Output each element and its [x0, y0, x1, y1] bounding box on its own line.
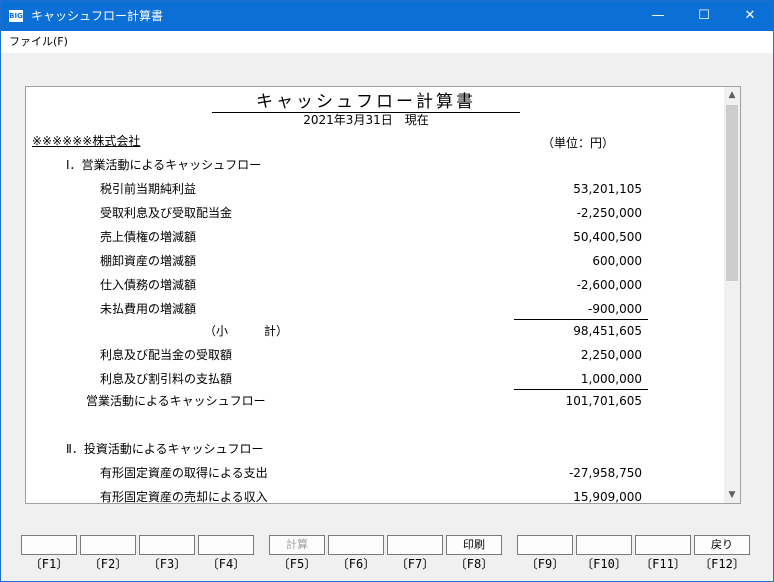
calculate-button[interactable]: 計算: [269, 535, 325, 555]
minimize-button[interactable]: —: [635, 1, 681, 31]
close-button[interactable]: ✕: [727, 1, 773, 31]
scroll-up-arrow-icon[interactable]: ▲: [724, 87, 740, 103]
row-value: -2,600,000: [576, 278, 642, 292]
app-window: BIG キャッシュフロー計算書 — ☐ ✕ ファイル(F) キャッシュフロー計算…: [0, 0, 774, 582]
f6-button[interactable]: [328, 535, 384, 555]
row-value: 1,000,000: [580, 372, 642, 386]
f12-label: 〔F12〕: [699, 557, 745, 571]
f7-button[interactable]: [387, 535, 443, 555]
row-value: -900,000: [588, 302, 642, 316]
row-value: 15,909,000: [573, 490, 642, 504]
total-line: [514, 389, 648, 390]
row-value: -2,250,000: [576, 206, 642, 220]
back-button[interactable]: 戻り: [694, 535, 750, 555]
section-heading-investing: Ⅱ．投資活動によるキャッシュフロー: [66, 442, 264, 456]
f9-button[interactable]: [517, 535, 573, 555]
app-icon: BIG: [9, 10, 23, 22]
subtotal-label: （小 計）: [204, 324, 289, 338]
print-button[interactable]: 印刷: [446, 535, 502, 555]
f2-label: 〔F2〕: [88, 557, 128, 571]
report-content: キャッシュフロー計算書 2021年3月31日 現在 ※※※※※※株式会社 （単位…: [26, 87, 726, 504]
operating-total-label: 営業活動によるキャッシュフロー: [86, 394, 266, 408]
f10-button[interactable]: [576, 535, 632, 555]
row-label: 税引前当期純利益: [100, 182, 197, 196]
subtotal-value: 98,451,605: [573, 324, 642, 338]
row-value: 53,201,105: [573, 182, 642, 196]
f2-button[interactable]: [80, 535, 136, 555]
f9-label: 〔F9〕: [525, 557, 565, 571]
f6-label: 〔F6〕: [336, 557, 376, 571]
row-label: 未払費用の増減額: [100, 302, 197, 316]
f11-button[interactable]: [635, 535, 691, 555]
f11-label: 〔F11〕: [640, 557, 686, 571]
row-label: 有形固定資産の取得による支出: [100, 466, 268, 480]
f3-label: 〔F3〕: [147, 557, 187, 571]
row-value: 50,400,500: [573, 230, 642, 244]
row-label: 利息及び配当金の受取額: [100, 348, 233, 362]
unit-label: （単位：円）: [542, 136, 615, 150]
vertical-scrollbar[interactable]: ▲ ▼: [724, 87, 740, 503]
section-heading-operating: Ⅰ．営業活動によるキャッシュフロー: [66, 158, 262, 172]
row-label: 棚卸資産の増減額: [100, 254, 197, 268]
title-bar[interactable]: BIG キャッシュフロー計算書 — ☐ ✕: [1, 1, 773, 31]
report-panel: キャッシュフロー計算書 2021年3月31日 現在 ※※※※※※株式会社 （単位…: [25, 86, 741, 504]
row-label: 有形固定資産の売却による収入: [100, 490, 268, 504]
f1-label: 〔F1〕: [29, 557, 69, 571]
operating-total-value: 101,701,605: [565, 394, 642, 408]
row-label: 売上債権の増減額: [100, 230, 197, 244]
f5-label: 〔F5〕: [277, 557, 317, 571]
f8-label: 〔F8〕: [454, 557, 494, 571]
menu-bar: ファイル(F): [1, 31, 773, 53]
scroll-thumb[interactable]: [726, 105, 738, 281]
row-value: 2,250,000: [580, 348, 642, 362]
row-label: 受取利息及び受取配当金: [100, 206, 233, 220]
company-name: ※※※※※※株式会社: [32, 134, 141, 148]
report-date: 2021年3月31日 現在: [303, 113, 429, 127]
f3-button[interactable]: [139, 535, 195, 555]
f4-label: 〔F4〕: [206, 557, 246, 571]
subtotal-line: [514, 319, 648, 320]
f7-label: 〔F7〕: [395, 557, 435, 571]
row-value: -27,958,750: [568, 466, 642, 480]
f4-button[interactable]: [198, 535, 254, 555]
row-label: 利息及び割引料の支払額: [100, 372, 233, 386]
menu-file[interactable]: ファイル(F): [9, 35, 68, 49]
f10-label: 〔F10〕: [581, 557, 627, 571]
row-value: 600,000: [592, 254, 642, 268]
row-label: 仕入債務の増減額: [100, 278, 197, 292]
scroll-down-arrow-icon[interactable]: ▼: [724, 487, 740, 503]
function-key-bar: 〔F1〕 〔F2〕 〔F3〕 〔F4〕 計算 〔F5〕 〔F6〕 〔F7〕 印刷…: [1, 531, 773, 581]
f1-button[interactable]: [21, 535, 77, 555]
report-title: キャッシュフロー計算書: [256, 92, 476, 112]
maximize-button[interactable]: ☐: [681, 1, 727, 31]
client-area: キャッシュフロー計算書 2021年3月31日 現在 ※※※※※※株式会社 （単位…: [1, 53, 773, 581]
window-title: キャッシュフロー計算書: [31, 9, 164, 23]
